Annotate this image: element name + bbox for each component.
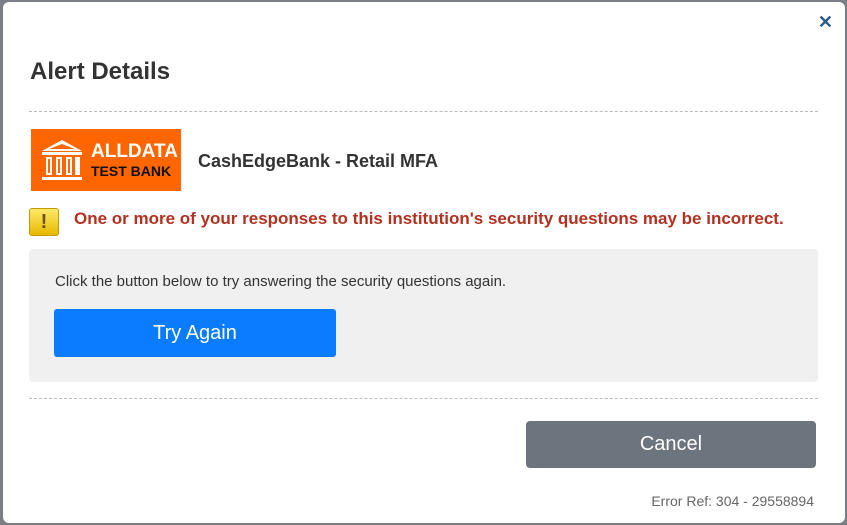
logo-line2: TEST BANK	[91, 163, 172, 179]
dialog-title: Alert Details	[30, 58, 171, 85]
logo-line1: ALLDATA	[91, 141, 178, 162]
divider	[29, 398, 818, 399]
institution-name: CashEdgeBank - Retail MFA	[198, 151, 439, 171]
bank-logo: ALLDATA TEST BANK	[31, 129, 181, 191]
cancel-button[interactable]: Cancel	[526, 421, 816, 468]
try-again-button[interactable]: Try Again	[54, 309, 336, 357]
divider	[29, 111, 818, 112]
close-icon[interactable]: ✕	[818, 12, 833, 33]
error-reference: Error Ref: 304 - 29558894	[651, 493, 814, 509]
warning-message: One or more of your responses to this in…	[74, 209, 784, 228]
retry-panel: Click the button below to try answering …	[29, 249, 818, 382]
alert-details-dialog: ✕ Alert Details ALLDATA TEST BANK CashEdg…	[3, 2, 845, 523]
retry-instructions: Click the button below to try answering …	[55, 273, 507, 290]
bank-building-icon	[42, 140, 82, 180]
warning-icon: !	[29, 208, 59, 236]
